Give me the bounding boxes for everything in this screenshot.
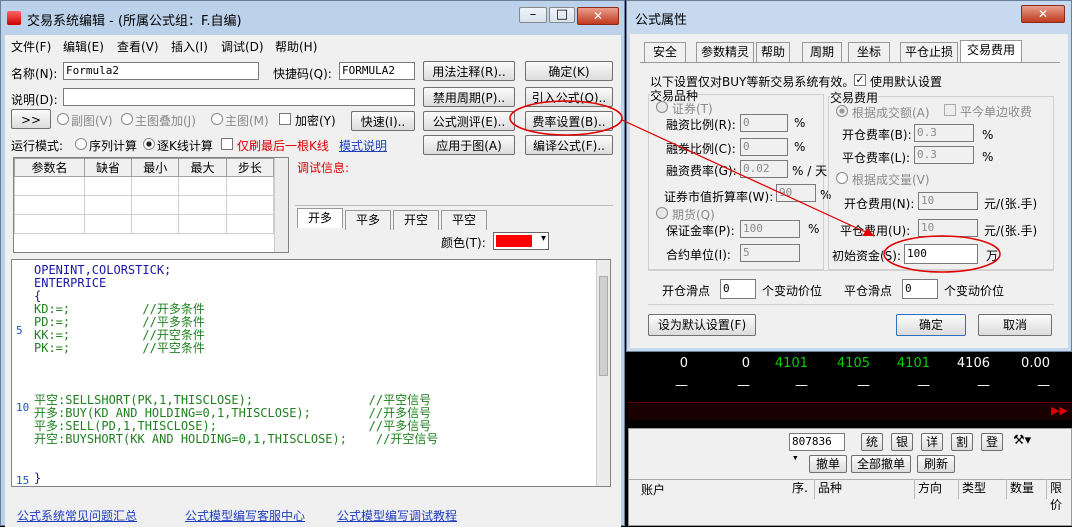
annotation-arrow bbox=[621, 119, 875, 237]
annotation-ellipse bbox=[509, 100, 623, 136]
arrowhead-icon bbox=[862, 228, 874, 236]
annotation-ellipse bbox=[883, 235, 1001, 273]
annotation-overlay bbox=[509, 100, 1001, 273]
